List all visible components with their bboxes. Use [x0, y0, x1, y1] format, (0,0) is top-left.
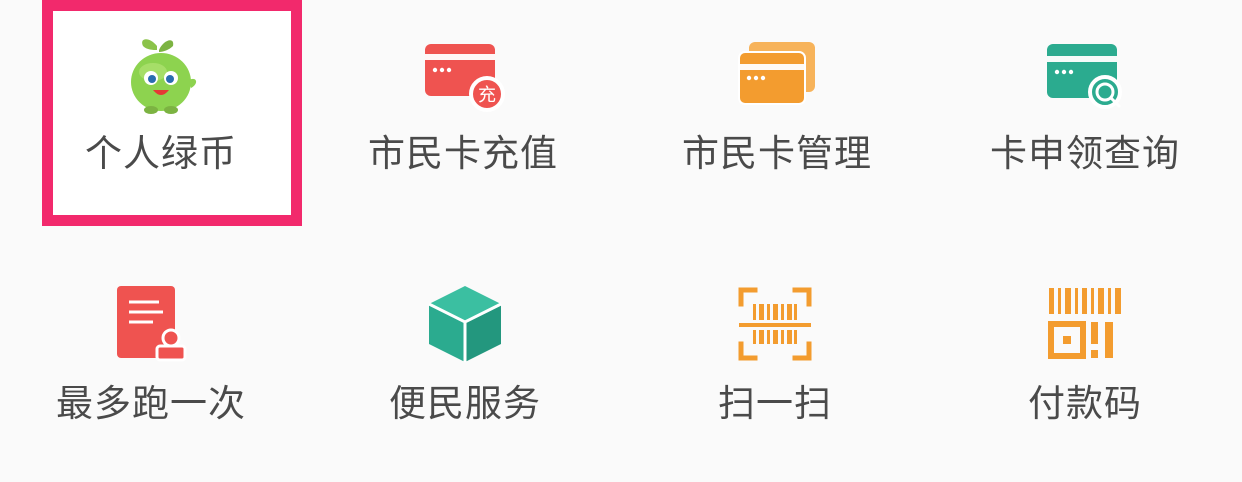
card-search-icon	[1043, 32, 1127, 116]
service-personal-green-coin[interactable]: 个人绿币	[36, 32, 286, 232]
service-card-recharge[interactable]: 充 市民卡充值	[338, 32, 588, 232]
recharge-badge: 充	[478, 85, 496, 106]
service-label: 便民服务	[389, 382, 541, 425]
service-label: 市民卡充值	[368, 132, 558, 175]
service-convenience[interactable]: 便民服务	[340, 282, 590, 482]
card-management-icon	[735, 32, 819, 116]
payment-code-icon	[1043, 282, 1127, 366]
service-label: 市民卡管理	[682, 132, 872, 175]
scan-icon	[733, 282, 817, 366]
cube-icon	[423, 282, 507, 366]
green-mascot-icon	[119, 32, 203, 116]
service-card-application-query[interactable]: 卡申领查询	[960, 32, 1210, 232]
card-recharge-icon: 充	[421, 32, 505, 116]
service-payment-code[interactable]: 付款码	[960, 282, 1210, 482]
service-label: 扫一扫	[718, 382, 832, 425]
service-card-management[interactable]: 市民卡管理	[652, 32, 902, 232]
service-label: 卡申领查询	[990, 132, 1180, 175]
service-label: 个人绿币	[85, 132, 237, 175]
service-label: 最多跑一次	[56, 382, 246, 425]
service-label: 付款码	[1028, 382, 1142, 425]
service-run-at-most-once[interactable]: 最多跑一次	[26, 282, 276, 482]
document-stamp-icon	[109, 282, 193, 366]
service-grid: 个人绿币 充 市民卡充值 市民卡管理 卡申领查询 最多跑一次 便民服务 扫一扫 …	[0, 0, 1242, 480]
service-scan[interactable]: 扫一扫	[650, 282, 900, 482]
